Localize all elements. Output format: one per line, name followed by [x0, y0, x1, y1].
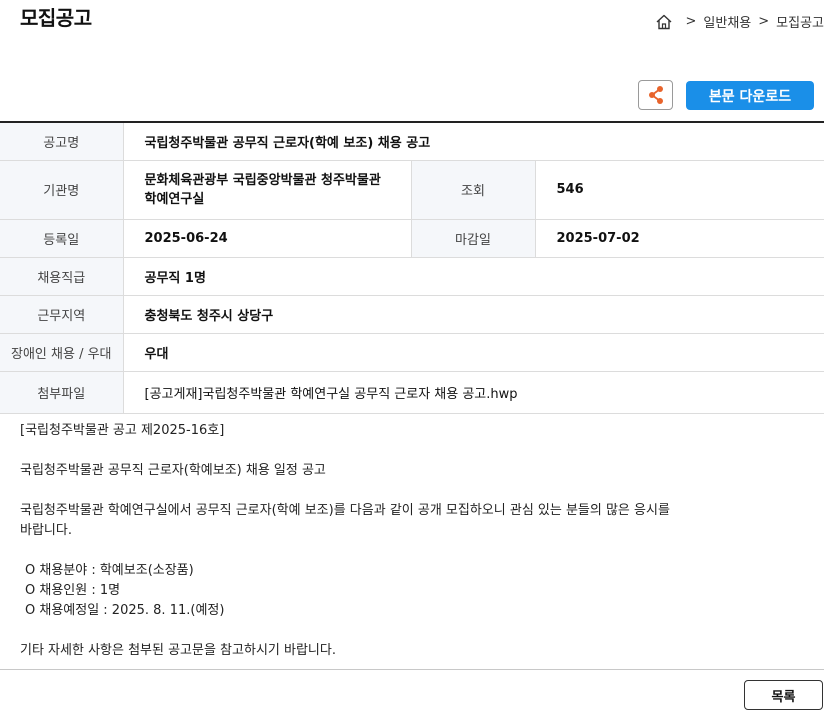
breadcrumb-separator: > [758, 14, 770, 29]
org-value-line: 학예연구실 [144, 191, 205, 207]
table-row: 근무지역 충청북도 청주시 상당구 [0, 295, 824, 334]
list-button[interactable]: 목록 [744, 680, 823, 710]
notice-title-value: 국립청주박물관 공무직 근로자(학예 보조) 채용 공고 [122, 122, 824, 161]
body-list-item: O 채용인원 : 1명 [25, 583, 121, 598]
download-body-button[interactable]: 본문 다운로드 [686, 81, 814, 110]
org-value-line: 문화체육관광부 국립중앙박물관 청주박물관 [144, 172, 381, 188]
grade-value: 공무직 1명 [122, 257, 824, 296]
breadcrumb: > 일반채용 > 모집공고 [655, 12, 824, 31]
region-value: 충청북도 청주시 상당구 [122, 295, 824, 334]
attachment-file-link[interactable]: [공고게재]국립청주박물관 학예연구실 공무직 근로자 채용 공고.hwp [122, 371, 824, 414]
share-button[interactable] [638, 80, 673, 110]
notice-title-label: 공고명 [0, 122, 123, 161]
notice-body: [국립청주박물관 공고 제2025-16호] 국립청주박물관 공무직 근로자(학… [20, 421, 810, 661]
breadcrumb-item-current[interactable]: 모집공고 [776, 12, 824, 31]
attachment-label: 첨부파일 [0, 371, 123, 414]
disabled-hiring-value: 우대 [122, 333, 824, 372]
divider [0, 669, 824, 670]
table-row: 첨부파일 [공고게재]국립청주박물관 학예연구실 공무직 근로자 채용 공고.h… [0, 371, 824, 414]
body-line: 바랍니다. [20, 523, 72, 538]
body-line: 국립청주박물관 학예연구실에서 공무직 근로자(학예 보조)를 다음과 같이 공… [20, 503, 670, 518]
home-icon[interactable] [655, 13, 673, 31]
deadline-label: 마감일 [410, 219, 535, 258]
views-value: 546 [534, 160, 824, 220]
breadcrumb-separator: > [685, 14, 697, 29]
body-list-item: O 채용분야 : 학예보조(소장품) [25, 563, 194, 578]
table-row: 채용직급 공무직 1명 [0, 257, 824, 296]
table-row: 기관명 문화체육관광부 국립중앙박물관 청주박물관 학예연구실 조회 546 [0, 160, 824, 220]
table-row: 장애인 채용 / 우대 우대 [0, 333, 824, 372]
views-label: 조회 [410, 160, 535, 220]
org-value: 문화체육관광부 국립중앙박물관 청주박물관 학예연구실 [122, 160, 411, 220]
breadcrumb-item-general[interactable]: 일반채용 [703, 12, 751, 31]
body-line: 기타 자세한 사항은 첨부된 공고문을 참고하시기 바랍니다. [20, 643, 336, 658]
body-line: 국립청주박물관 공무직 근로자(학예보조) 채용 일정 공고 [20, 463, 326, 478]
region-label: 근무지역 [0, 295, 123, 334]
table-row: 공고명 국립청주박물관 공무직 근로자(학예 보조) 채용 공고 [0, 122, 824, 161]
table-row: 등록일 2025-06-24 마감일 2025-07-02 [0, 219, 824, 258]
share-icon [648, 86, 663, 104]
reg-date-label: 등록일 [0, 219, 123, 258]
body-list-item: O 채용예정일 : 2025. 8. 11.(예정) [25, 603, 225, 618]
notice-info-table: 공고명 국립청주박물관 공무직 근로자(학예 보조) 채용 공고 기관명 문화체… [0, 121, 824, 414]
deadline-value: 2025-07-02 [534, 219, 824, 258]
grade-label: 채용직급 [0, 257, 123, 296]
page-title: 모집공고 [20, 6, 92, 30]
org-label: 기관명 [0, 160, 123, 220]
reg-date-value: 2025-06-24 [122, 219, 411, 258]
disabled-hiring-label: 장애인 채용 / 우대 [0, 333, 123, 372]
body-line: [국립청주박물관 공고 제2025-16호] [20, 423, 225, 438]
